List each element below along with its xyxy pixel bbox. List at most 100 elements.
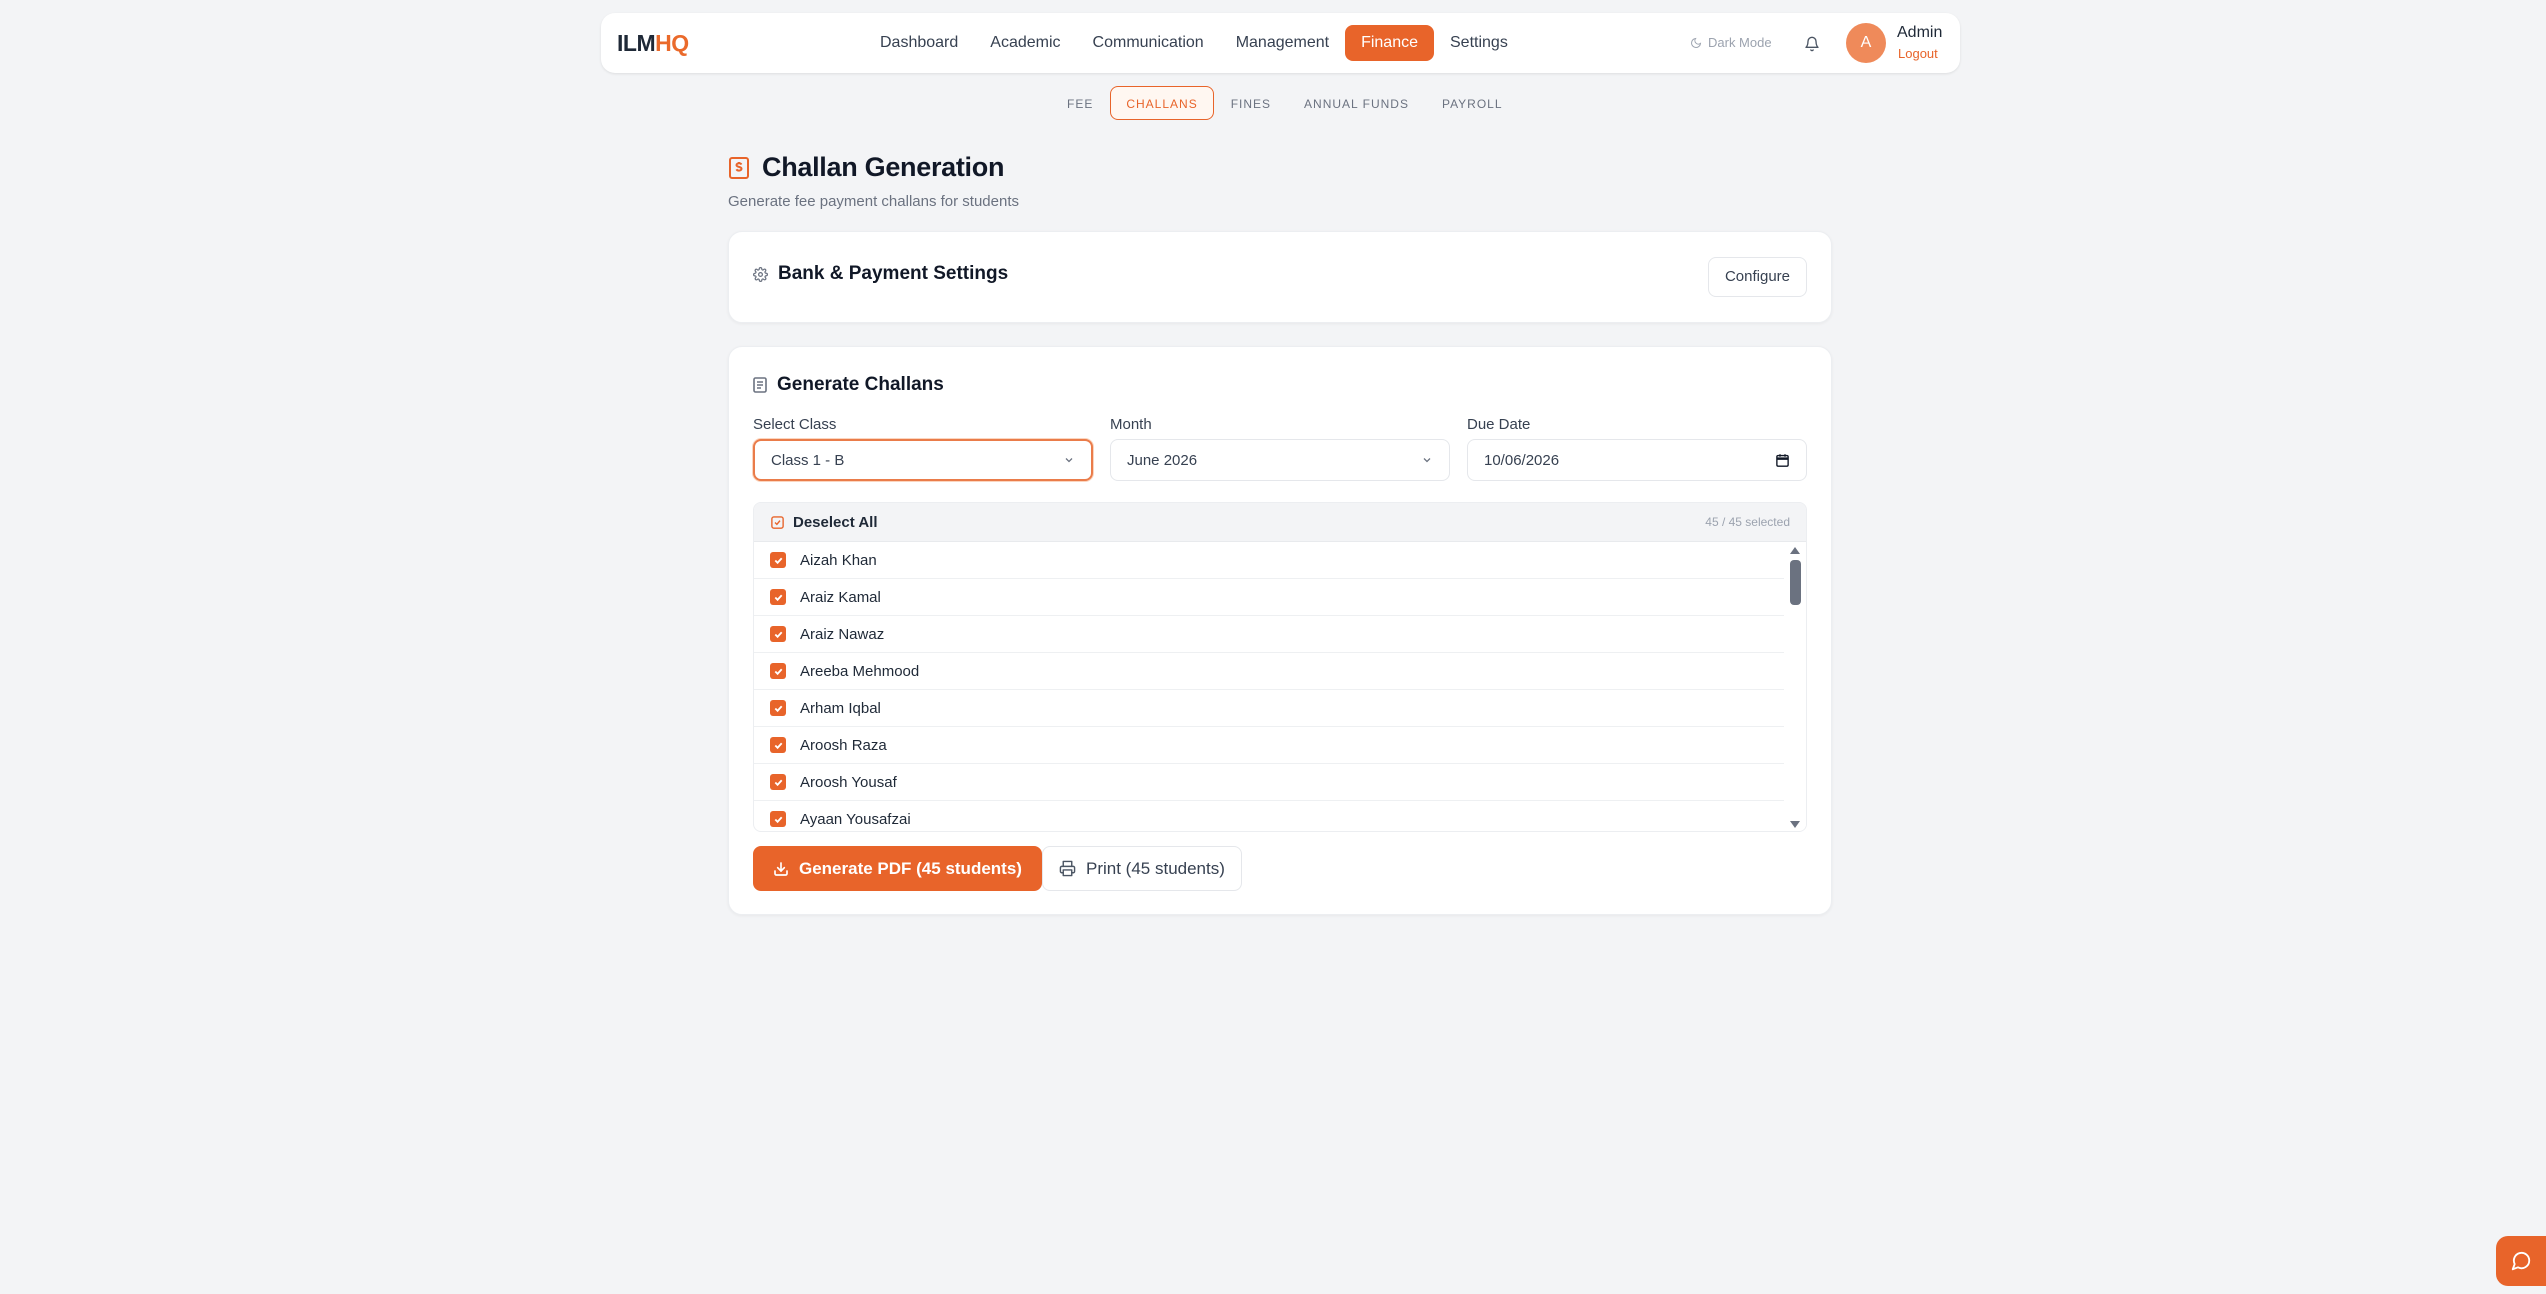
avatar[interactable]: A <box>1846 23 1886 63</box>
page-title-text: Challan Generation <box>762 152 1005 182</box>
subtab-payroll[interactable]: PAYROLL <box>1426 86 1519 120</box>
chevron-down-icon <box>1065 458 1073 463</box>
list-scrollbar[interactable] <box>1784 542 1806 831</box>
subtab-fines[interactable]: FINES <box>1215 86 1287 120</box>
student-checkbox[interactable] <box>770 663 786 679</box>
check-icon <box>774 816 782 823</box>
scroll-thumb[interactable] <box>1790 560 1801 605</box>
document-icon <box>753 377 767 393</box>
nav-communication[interactable]: Communication <box>1077 25 1220 61</box>
due-date-label: Due Date <box>1467 416 1531 433</box>
class-select-value: Class 1 - B <box>771 451 845 469</box>
student-checkbox[interactable] <box>770 774 786 790</box>
bank-settings-card: Bank & Payment Settings Configure <box>728 231 1832 323</box>
list-item[interactable]: Arham Iqbal <box>754 690 1784 727</box>
print-label: Print (45 students) <box>1086 858 1225 878</box>
list-item[interactable]: Araiz Kamal <box>754 579 1784 616</box>
student-checkbox[interactable] <box>770 700 786 716</box>
student-list-body: Aizah Khan Araiz Kamal Araiz Nawaz Areeb… <box>754 542 1784 831</box>
receipt-icon <box>729 156 749 179</box>
user-name: Admin <box>1897 24 1943 41</box>
gear-icon <box>753 266 768 282</box>
student-name: Aizah Khan <box>800 551 877 569</box>
subtab-annual-funds[interactable]: ANNUAL FUNDS <box>1288 86 1425 120</box>
scroll-down-arrow-icon[interactable] <box>1790 821 1800 828</box>
due-date-value: 10/06/2026 <box>1484 451 1560 469</box>
student-checkbox[interactable] <box>770 811 786 827</box>
moon-icon <box>1691 37 1702 48</box>
nav-settings[interactable]: Settings <box>1434 25 1524 61</box>
class-select[interactable]: Class 1 - B <box>753 439 1093 481</box>
finance-subtabs: FEE CHALLANS FINES ANNUAL FUNDS PAYROLL <box>1051 86 1520 120</box>
generate-challans-title-text: Generate Challans <box>777 374 944 395</box>
logo-text-hq: HQ <box>655 30 689 56</box>
bell-icon <box>1805 36 1819 52</box>
check-icon <box>774 668 782 675</box>
page-header: Challan Generation Generate fee payment … <box>728 152 1019 210</box>
bank-settings-title: Bank & Payment Settings <box>753 263 1008 285</box>
student-list-header: Deselect All 45 / 45 selected <box>754 503 1806 542</box>
list-item[interactable]: Areeba Mehmood <box>754 653 1784 690</box>
check-icon <box>774 779 782 786</box>
nav-finance[interactable]: Finance <box>1345 25 1434 61</box>
student-name: Aroosh Yousaf <box>800 773 897 791</box>
dark-mode-toggle[interactable]: Dark Mode <box>1690 35 1772 50</box>
page-subtitle: Generate fee payment challans for studen… <box>728 193 1020 210</box>
student-checkbox[interactable] <box>770 589 786 605</box>
student-name: Areeba Mehmood <box>800 662 920 680</box>
bank-settings-title-text: Bank & Payment Settings <box>778 263 1009 284</box>
dark-mode-label: Dark Mode <box>1708 35 1772 50</box>
student-checkbox[interactable] <box>770 737 786 753</box>
check-icon <box>774 594 782 601</box>
top-navbar: ILMHQ Dashboard Academic Communication M… <box>601 13 1960 73</box>
selected-count: 45 / 45 selected <box>1705 515 1790 529</box>
student-name: Arham Iqbal <box>800 699 881 717</box>
print-button[interactable]: Print (45 students) <box>1042 846 1242 891</box>
logo-text-ilm: ILM <box>617 30 656 56</box>
notifications-button[interactable] <box>1797 29 1827 59</box>
nav-management[interactable]: Management <box>1220 25 1345 61</box>
list-item[interactable]: Aizah Khan <box>754 542 1784 579</box>
nav-academic[interactable]: Academic <box>974 25 1076 61</box>
check-icon <box>774 742 782 749</box>
main-nav: Dashboard Academic Communication Managem… <box>864 25 1524 61</box>
generate-challans-title: Generate Challans <box>753 374 944 396</box>
page-title: Challan Generation <box>728 152 1019 183</box>
list-item[interactable]: Aroosh Yousaf <box>754 764 1784 801</box>
list-item[interactable]: Aroosh Raza <box>754 727 1784 764</box>
month-select[interactable]: June 2026 <box>1110 439 1450 481</box>
student-checkbox[interactable] <box>770 626 786 642</box>
student-checkbox[interactable] <box>770 552 786 568</box>
month-select-value: June 2026 <box>1127 451 1198 469</box>
chevron-down-icon <box>1423 458 1431 463</box>
logo[interactable]: ILMHQ <box>617 30 689 57</box>
chat-button[interactable] <box>2496 1236 2546 1286</box>
checkbox-square-icon <box>771 515 784 529</box>
month-label: Month <box>1110 416 1152 433</box>
check-icon <box>774 631 782 638</box>
deselect-all-button[interactable]: Deselect All <box>770 514 878 531</box>
student-name: Araiz Nawaz <box>800 625 885 643</box>
check-icon <box>774 557 782 564</box>
student-name: Aroosh Raza <box>800 736 887 754</box>
logout-link[interactable]: Logout <box>1898 46 1938 61</box>
scroll-up-arrow-icon[interactable] <box>1790 547 1800 554</box>
list-item[interactable]: Araiz Nawaz <box>754 616 1784 653</box>
nav-dashboard[interactable]: Dashboard <box>864 25 974 61</box>
due-date-input[interactable]: 10/06/2026 <box>1467 439 1807 481</box>
check-icon <box>774 705 782 712</box>
student-name: Araiz Kamal <box>800 588 881 606</box>
configure-button[interactable]: Configure <box>1707 257 1807 297</box>
generate-pdf-button[interactable]: Generate PDF (45 students) <box>753 846 1042 891</box>
generate-challans-card: Generate Challans Select Class Class 1 -… <box>728 346 1832 915</box>
student-list: Deselect All 45 / 45 selected Aizah Khan… <box>753 502 1807 832</box>
subtab-challans[interactable]: CHALLANS <box>1110 86 1214 120</box>
deselect-all-label: Deselect All <box>793 513 878 531</box>
list-item[interactable]: Ayaan Yousafzai <box>754 801 1784 831</box>
printer-icon <box>1059 860 1076 877</box>
chat-bubble-icon <box>2511 1251 2531 1271</box>
select-class-label: Select Class <box>753 416 837 433</box>
calendar-icon[interactable] <box>1775 453 1790 468</box>
subtab-fee[interactable]: FEE <box>1051 86 1109 120</box>
download-icon <box>774 861 788 876</box>
